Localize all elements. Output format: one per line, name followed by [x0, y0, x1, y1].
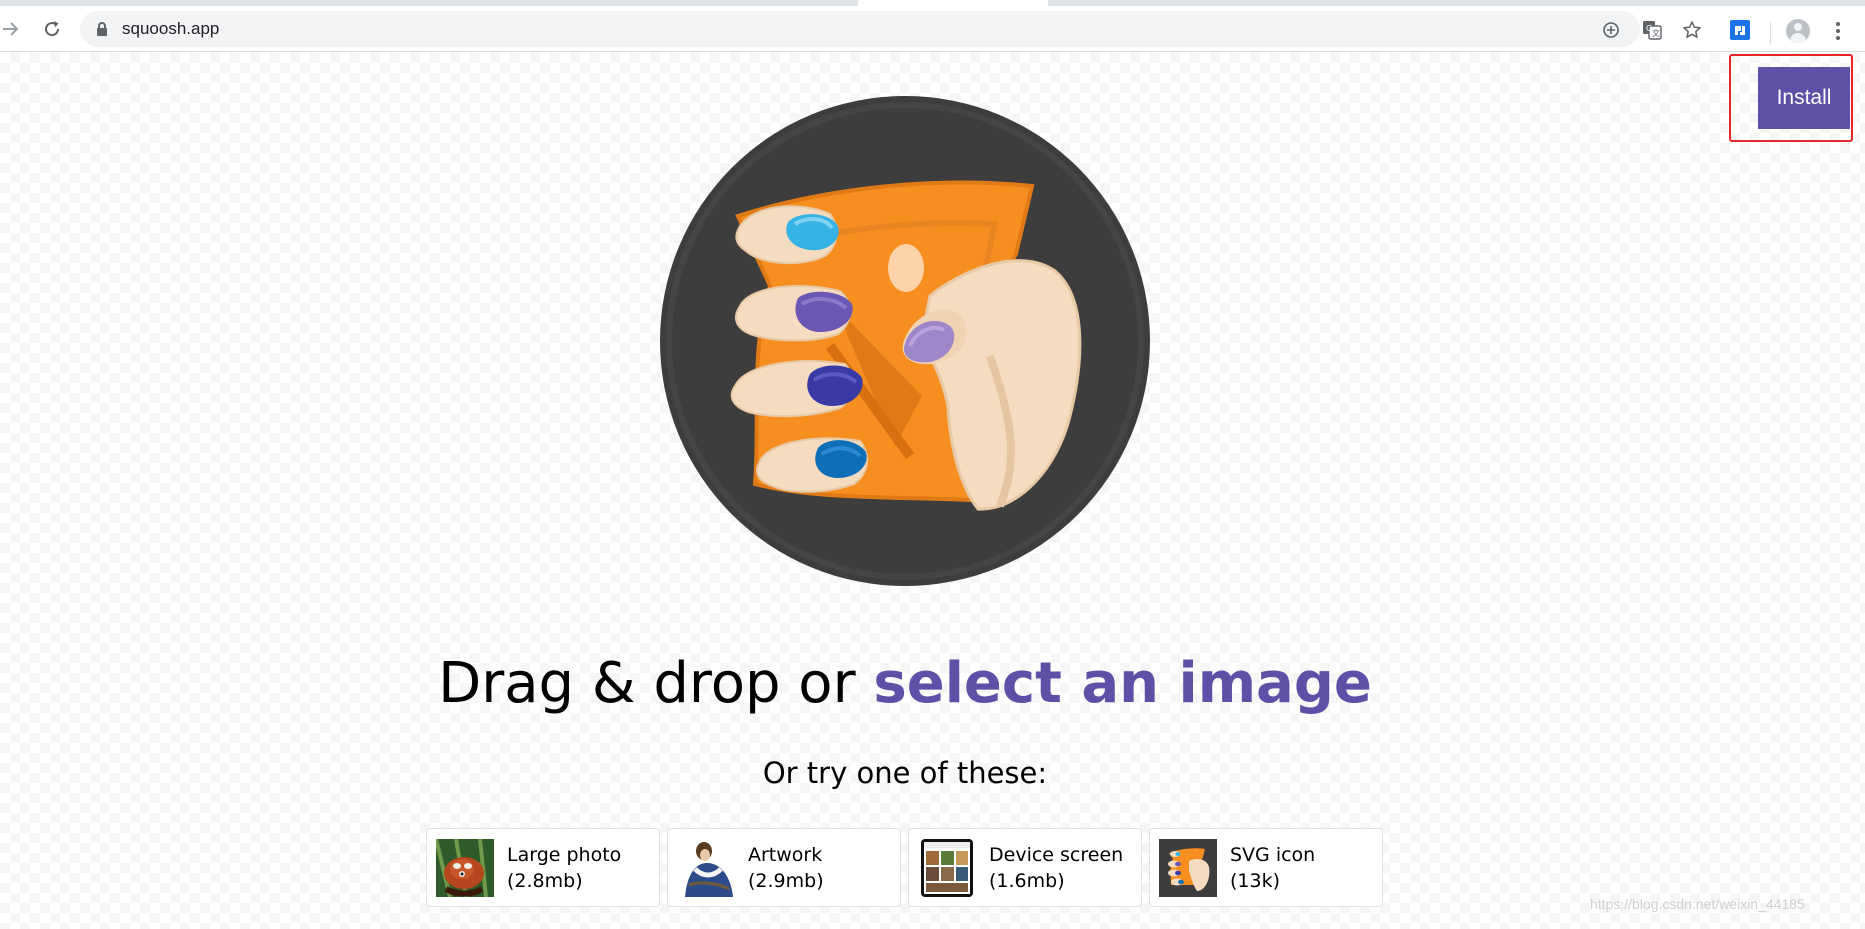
address-bar[interactable]: squoosh.app G 文 [80, 11, 1701, 47]
back-icon [3, 22, 19, 36]
demo-size: (13k) [1230, 869, 1281, 892]
svg-text:文: 文 [1652, 28, 1660, 38]
reload-button[interactable] [36, 13, 68, 45]
star-icon[interactable] [1680, 18, 1704, 42]
menu-icon[interactable] [1826, 19, 1850, 43]
squoosh-page: Install Drag & drop or select an image O… [0, 53, 1865, 929]
red-panda-thumbnail [436, 838, 494, 897]
toolbar-divider [1770, 22, 1771, 44]
demo-large-photo[interactable]: Large photo (2.8mb) [426, 828, 660, 907]
install-button[interactable]: Install [1758, 67, 1850, 129]
demo-size: (2.9mb) [748, 869, 824, 892]
url-text: squoosh.app [122, 19, 220, 38]
translate-icon[interactable]: G 文 [1640, 18, 1664, 42]
select-image-link[interactable]: select an image [873, 651, 1372, 716]
demo-subheading: Or try one of these: [762, 756, 1048, 790]
artwork-thumbnail [677, 838, 735, 897]
demo-size: (2.8mb) [507, 869, 583, 892]
demo-list: Large photo (2.8mb) Artwork (2.9mb) Devi… [426, 828, 1383, 907]
demo-title: Artwork [748, 843, 823, 866]
demo-svg-icon[interactable]: SVG icon (13k) [1149, 828, 1383, 907]
svg-icon-thumbnail [1159, 838, 1217, 897]
watermark: https://blog.csdn.net/weixin_44185 [1590, 896, 1805, 912]
demo-artwork[interactable]: Artwork (2.9mb) [667, 828, 901, 907]
extension-icon[interactable] [1730, 20, 1750, 40]
demo-title: Device screen [989, 843, 1124, 866]
demo-device-screen[interactable]: Device screen (1.6mb) [908, 828, 1142, 907]
lock-icon [96, 21, 110, 37]
squoosh-logo [660, 96, 1150, 586]
add-icon[interactable] [1599, 18, 1623, 42]
profile-icon[interactable] [1786, 19, 1810, 43]
browser-toolbar: squoosh.app G 文 [0, 6, 1865, 52]
back-button[interactable] [0, 13, 26, 45]
drop-headline: Drag & drop or select an image [0, 651, 1810, 716]
reload-icon [45, 21, 60, 37]
device-screen-thumbnail [918, 838, 976, 897]
headline-prefix: Drag & drop or [438, 651, 856, 716]
demo-title: Large photo [507, 843, 622, 866]
demo-title: SVG icon [1230, 843, 1316, 866]
demo-size: (1.6mb) [989, 869, 1065, 892]
